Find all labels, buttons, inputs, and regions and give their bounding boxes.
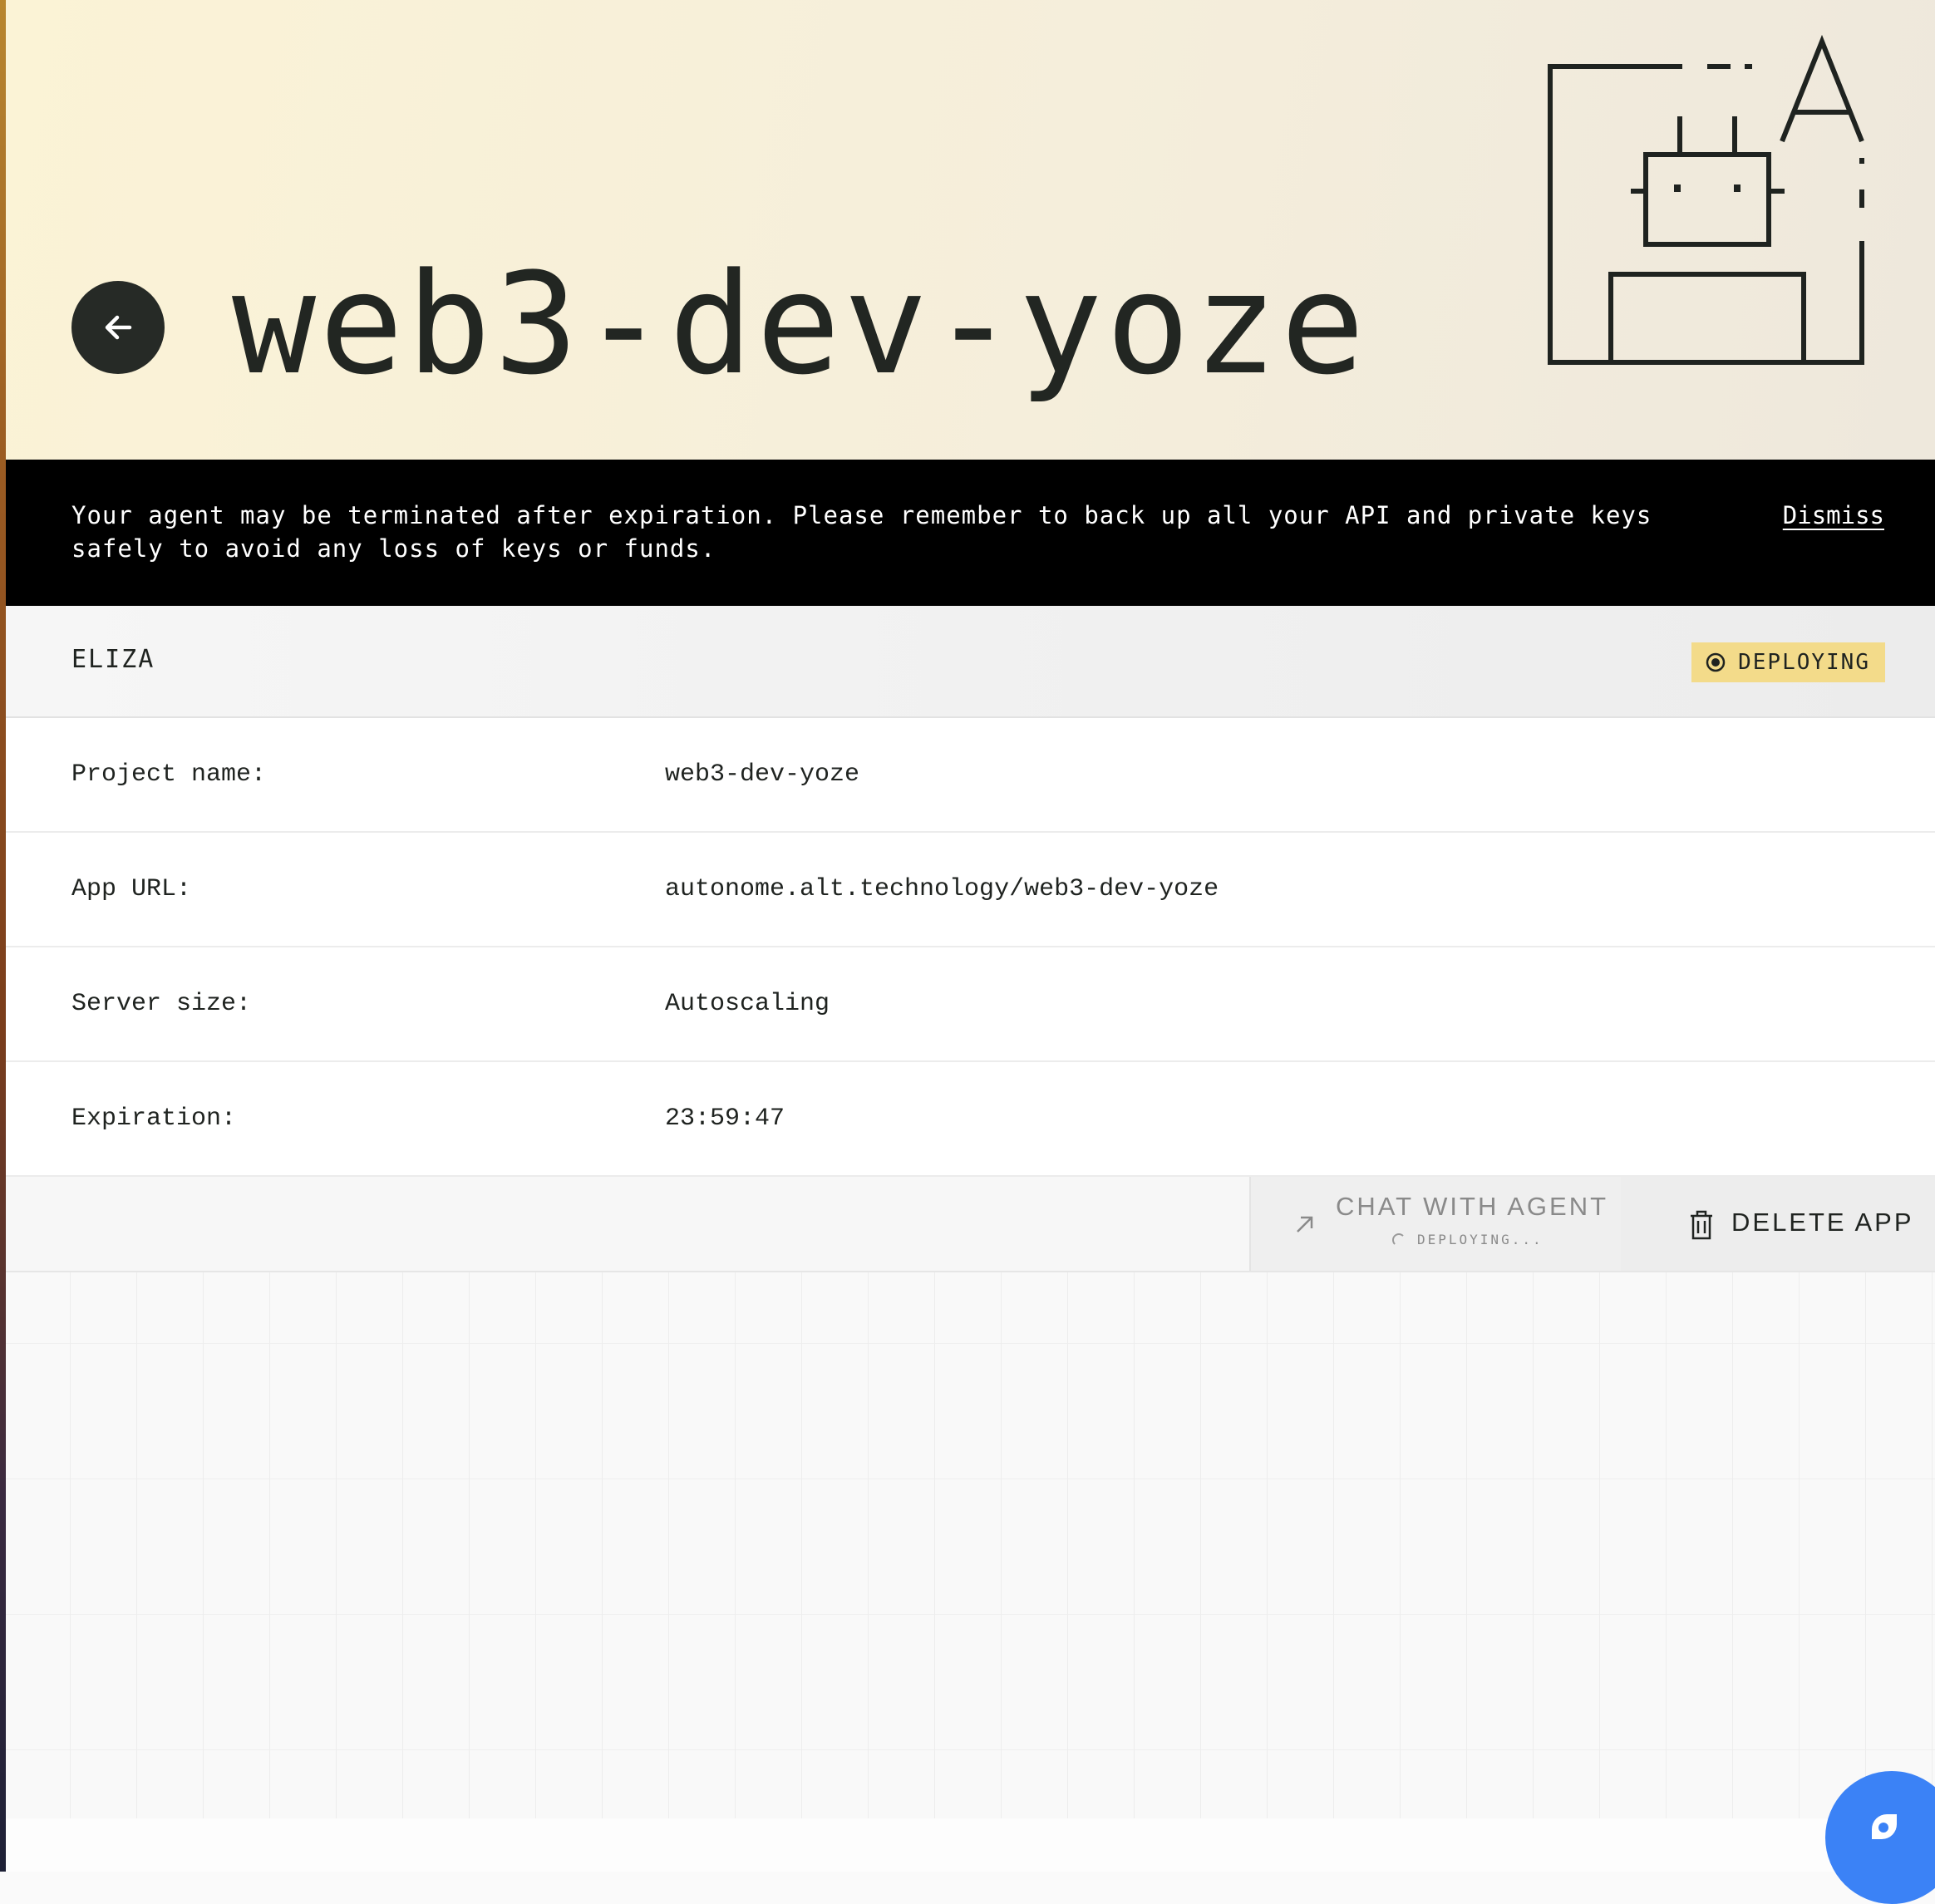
chat-button-label: CHAT WITH AGENT: [1336, 1192, 1609, 1221]
arrow-up-right-icon: [1297, 1216, 1313, 1232]
detail-row-server-size: Server size: Autoscaling: [6, 947, 1935, 1062]
server-size-value: Autoscaling: [665, 990, 830, 1018]
detail-label: Project name:: [71, 760, 267, 789]
trash-icon: [1691, 1210, 1712, 1240]
grid-background: [6, 1272, 1935, 1818]
arrow-left-icon: [105, 315, 132, 340]
status-badge: DEPLOYING: [1691, 642, 1885, 682]
footer-strip: [6, 1818, 1935, 1872]
detail-row-app-url: App URL: autonome.alt.technology/web3-de…: [6, 833, 1935, 947]
dismiss-link[interactable]: Dismiss: [1783, 499, 1884, 532]
project-name-value: web3-dev-yoze: [665, 760, 860, 789]
delete-button-label: DELETE APP: [1731, 1208, 1914, 1237]
loading-spinner-icon: [1392, 1232, 1406, 1247]
detail-label: App URL:: [71, 875, 192, 903]
banner-message: Your agent may be terminated after expir…: [71, 501, 1652, 563]
agent-section-header: ELIZA DEPLOYING: [6, 606, 1935, 718]
page-title: web3-dev-yoze: [232, 243, 1368, 406]
chat-bubble-icon: [1872, 1814, 1897, 1839]
chat-deploying-status: DEPLOYING...: [1392, 1232, 1544, 1247]
status-label: DEPLOYING: [1738, 650, 1870, 675]
action-bar: CHAT WITH AGENT DEPLOYING... DELETE APP: [6, 1177, 1935, 1272]
robot-agent-illustration: [1548, 34, 1864, 365]
framework-title: ELIZA: [71, 645, 155, 674]
radio-dot-icon: [1706, 652, 1726, 672]
chat-sub-label: DEPLOYING...: [1417, 1232, 1544, 1247]
detail-row-project-name: Project name: web3-dev-yoze: [6, 718, 1935, 833]
detail-row-expiration: Expiration: 23:59:47: [6, 1062, 1935, 1177]
details-table: Project name: web3-dev-yoze App URL: aut…: [6, 718, 1935, 1177]
page-header: web3-dev-yoze: [6, 0, 1935, 460]
app-url-value[interactable]: autonome.alt.technology/web3-dev-yoze: [665, 873, 1219, 906]
expiration-warning-banner: Your agent may be terminated after expir…: [6, 460, 1935, 606]
expiration-value: 23:59:47: [665, 1105, 785, 1133]
window-edge: [0, 0, 6, 1872]
delete-app-button[interactable]: DELETE APP: [1621, 1177, 1935, 1271]
chat-with-agent-button[interactable]: CHAT WITH AGENT DEPLOYING...: [1249, 1177, 1621, 1271]
detail-label: Expiration:: [71, 1105, 237, 1133]
back-button[interactable]: [71, 281, 165, 374]
app-detail-page: web3-dev-yoze Your agent may be terminat…: [6, 0, 1935, 1872]
detail-label: Server size:: [71, 990, 252, 1018]
